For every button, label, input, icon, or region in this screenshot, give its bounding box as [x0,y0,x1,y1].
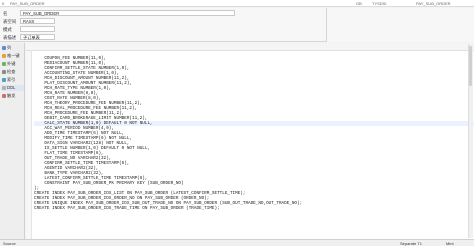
schema-label: 模式 [3,27,12,32]
index-icon [2,78,6,82]
sidebar-item-indexes[interactable]: 索引 [1,77,24,83]
side-info-panel [326,8,474,42]
status-mode: Source [3,241,16,246]
code-area[interactable]: COUPON_FEE NUMBER(11,0), MEDIACOUNT NUMB… [34,56,474,211]
ddl-editor[interactable]: COUPON_FEE NUMBER(11,0), MEDIACOUNT NUMB… [26,43,474,239]
sidebar-item-label: 触发 [7,93,16,98]
sidebar-item-label: 外键 [7,61,16,66]
trigger-icon [2,94,6,98]
sidebar-item-label: 索引 [7,77,16,82]
tablespace-label: 表空间 [3,19,17,24]
sidebar-item-checks[interactable]: 检查 [1,69,24,75]
sidebar-item-columns[interactable]: 列 [1,45,24,51]
key-icon [2,54,6,58]
columns-icon [2,46,6,50]
name-label: 名 [3,11,8,16]
object-list-header: 0 PAY_SUB_ORDER OB TYSDSI PAY_SUB_ORDER [0,0,474,7]
row-name[interactable]: PAY_SUB_ORDER [10,1,45,6]
sidebar-item-unique-keys[interactable]: 唯一键 [1,53,24,59]
sidebar: 列 唯一键 外键 检查 索引 DDL 触发 [0,43,25,246]
row-table[interactable]: PAY_SUB_ORDER [416,1,451,6]
check-icon [2,70,6,74]
link-icon [2,62,6,66]
row-schema: OB [356,1,362,6]
sidebar-item-label: 唯一键 [7,53,20,58]
tablespace-field[interactable]: RASX [20,18,55,24]
row-index: 0 [2,1,5,6]
schema-field[interactable] [20,26,55,32]
row-owner: TYSDSI [372,1,387,6]
sidebar-item-label: 检查 [7,69,16,74]
sidebar-item-triggers[interactable]: 触发 [1,93,24,99]
status-bar: Source Separate T1 Mint [0,239,474,246]
comment-field[interactable]: 子订单表 [20,34,55,40]
sidebar-item-foreign-keys[interactable]: 外键 [1,61,24,67]
status-separator: Separate T1 [400,241,422,246]
editor-toolbar [26,43,474,51]
sidebar-item-ddl[interactable]: DDL [1,85,24,91]
line-gutter [26,51,32,239]
table-name-field[interactable]: PAY_SUB_ORDER [20,10,235,16]
sidebar-item-label: 列 [7,45,12,50]
scrollbar-thumb[interactable] [469,46,472,86]
sidebar-item-label: DDL [7,85,16,90]
ddl-icon [2,86,6,90]
comment-label: 表描述 [3,35,17,40]
status-theme: Mint [446,241,454,246]
code-line[interactable]: CREATE INDEX PAY_SUB_ORDER_IDX_TRADE_TIM… [34,206,474,211]
